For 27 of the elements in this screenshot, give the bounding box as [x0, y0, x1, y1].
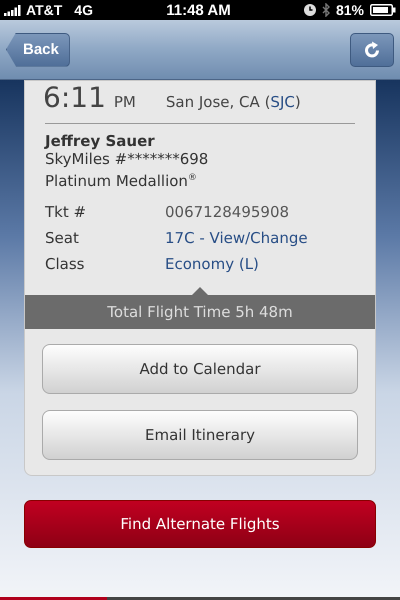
signal-icon	[4, 4, 22, 16]
clock-time: 11:48 AM	[166, 2, 231, 18]
bluetooth-icon	[322, 3, 330, 17]
arrival-time: 6:11	[43, 83, 106, 113]
detail-label: Seat	[45, 229, 80, 247]
refresh-button[interactable]	[350, 32, 394, 66]
detail-link[interactable]: Economy (L)	[165, 255, 259, 273]
action-button[interactable]: Add to Calendar	[42, 344, 358, 394]
detail-link[interactable]: 17C - View/Change	[165, 229, 308, 247]
action-button[interactable]: Email Itinerary	[42, 410, 358, 460]
time-meridiem: PM	[114, 93, 136, 111]
find-flights-button[interactable]: Find Alternate Flights	[24, 500, 376, 548]
battery-percent: 81%	[336, 2, 364, 18]
medallion-status: Platinum Medallion$^{®}$	[45, 171, 198, 191]
arrival-airport: San Jose, CA (SJC)	[166, 93, 301, 113]
network-type: 4G	[74, 2, 93, 18]
skymiles-number: SkyMiles #*******698	[45, 150, 210, 169]
detail-label: Tkt #	[45, 203, 88, 221]
detail-label: Class	[45, 255, 86, 273]
passenger-name: Jeffrey Sauer	[45, 132, 156, 150]
detail-value: 0067128495908	[165, 203, 290, 221]
refresh-icon	[362, 40, 382, 60]
carrier-name: AT&T	[26, 2, 62, 18]
battery-icon	[370, 4, 396, 16]
back-button[interactable]: Back	[6, 32, 70, 66]
flight-time-banner: Total Flight Time 5h 48m	[25, 295, 375, 329]
clock-icon	[304, 4, 316, 16]
